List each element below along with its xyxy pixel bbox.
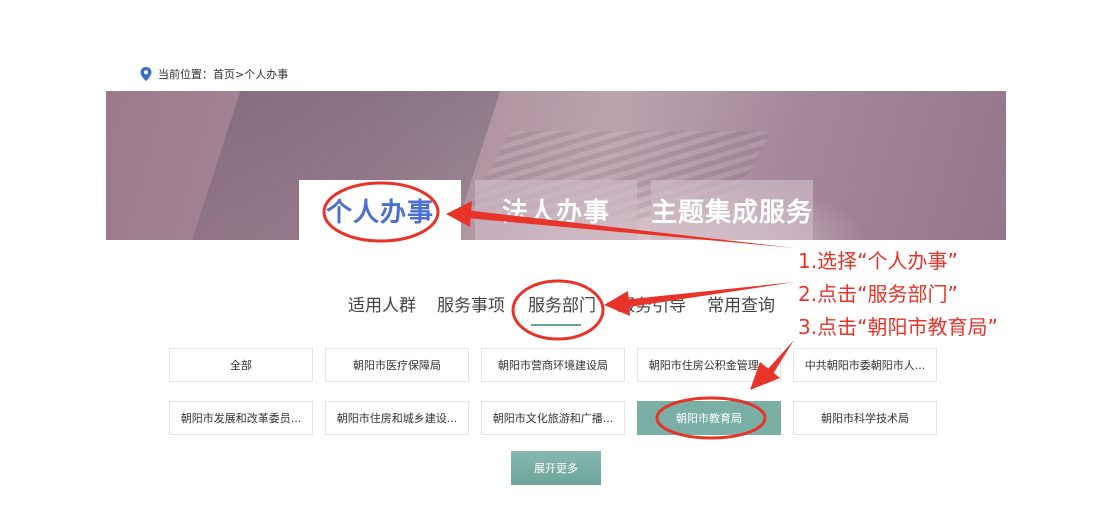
dept-button-housing-fund[interactable]: 朝阳市住房公积金管理... [637,348,781,382]
dept-button-party-committee[interactable]: 中共朝阳市委朝阳市人... [793,348,937,382]
subnav-active-underline [531,324,581,326]
subnav-applicable-group[interactable]: 适用人群 [348,291,416,316]
dept-button-education-bureau[interactable]: 朝阳市教育局 [637,401,781,435]
subnav-service-items[interactable]: 服务事项 [437,291,505,316]
subnav-service-guide[interactable]: 服务引导 [618,291,686,316]
tab-legal-entity-affairs[interactable]: 法人办事 [475,180,637,240]
dept-button-science-technology[interactable]: 朝阳市科学技术局 [793,401,937,435]
breadcrumb-prefix: 当前位置： [158,68,213,81]
instruction-step-3: 3.点击“朝阳市教育局” [798,315,998,339]
breadcrumb-home-link[interactable]: 首页 [213,66,235,82]
subnav-service-departments[interactable]: 服务部门 [528,291,596,316]
location-pin-icon [140,67,152,81]
dept-button-development-reform[interactable]: 朝阳市发展和改革委员... [169,401,313,435]
subnav-common-queries[interactable]: 常用查询 [707,291,775,316]
dept-button-all[interactable]: 全部 [169,348,313,382]
breadcrumb-separator: > [235,67,245,81]
dept-button-medical-security[interactable]: 朝阳市医疗保障局 [325,348,469,382]
tab-theme-integrated-services[interactable]: 主题集成服务 [651,180,813,240]
dept-button-housing-construction[interactable]: 朝阳市住房和城乡建设... [325,401,469,435]
tab-personal-affairs[interactable]: 个人办事 [299,180,461,240]
instruction-step-2: 2.点击“服务部门” [798,282,958,306]
dept-button-business-environment[interactable]: 朝阳市营商环境建设局 [481,348,625,382]
breadcrumb: 当前位置： 首页 > 个人办事 [140,66,288,82]
instruction-step-1: 1.选择“个人办事” [798,249,958,273]
expand-more-button[interactable]: 展开更多 [511,451,601,485]
breadcrumb-current: 个人办事 [244,68,289,81]
dept-button-culture-tourism[interactable]: 朝阳市文化旅游和广播... [481,401,625,435]
